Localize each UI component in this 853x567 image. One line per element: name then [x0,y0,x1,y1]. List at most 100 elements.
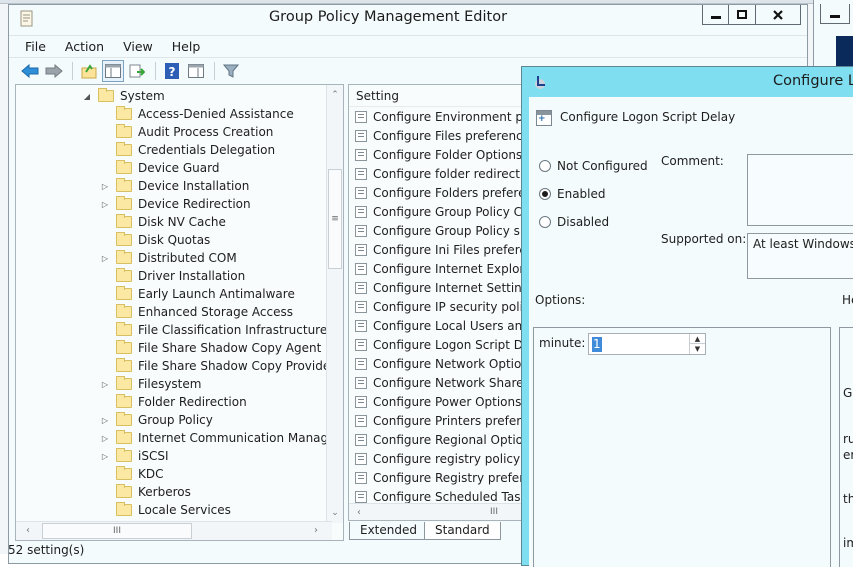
spin-up-icon[interactable]: ▲ [690,334,705,344]
scroll-left-icon[interactable]: ‹ [20,522,36,540]
minute-spinbox[interactable]: 1 ▲ ▼ [588,333,706,355]
setting-row[interactable]: Configure Environment preference extensi… [355,107,527,126]
minute-value[interactable]: 1 [592,337,602,352]
tree-node[interactable]: ▷ Filesystem [100,375,201,393]
collapsed-arrow-icon[interactable]: ▷ [100,452,110,461]
setting-row[interactable]: Configure Internet Settings preference e… [355,278,527,297]
column-header-setting[interactable]: Setting [349,85,527,107]
radio-button-icon[interactable] [539,160,551,172]
tree-vertical-scrollbar[interactable]: ⌃ ≡ ⌄ [326,85,343,523]
radio-button-icon[interactable] [539,216,551,228]
tree-node[interactable]: Early Launch Antimalware [100,285,295,303]
folder-icon [116,484,132,498]
scroll-thumb[interactable]: III [449,505,527,520]
scroll-thumb[interactable]: ≡ [328,169,342,269]
setting-row[interactable]: Configure Local Users and Groups prefere… [355,316,527,335]
tree-node[interactable]: File Share Shadow Copy Provider [100,357,332,375]
setting-row[interactable]: Configure Registry preference extension … [355,468,527,487]
radio-enabled[interactable]: Enabled [539,187,606,201]
background-minimize-button[interactable] [820,4,850,24]
setting-row[interactable]: Configure Files preference extension pol… [355,126,527,145]
tree-node-system[interactable]: ◢ System [82,87,165,105]
setting-row[interactable]: Configure Ini Files preference extension… [355,240,527,259]
close-button[interactable] [756,5,801,25]
tree-horizontal-scrollbar[interactable]: ‹ III › [16,521,332,540]
tree-node[interactable]: ▷ iSCSI [100,447,169,465]
setting-row[interactable]: Configure Network Options preference ext… [355,354,527,373]
scroll-down-icon[interactable]: ⌄ [327,505,343,521]
tree-node[interactable]: Device Guard [100,159,219,177]
minimize-button[interactable] [702,5,729,25]
collapsed-arrow-icon[interactable]: ▷ [100,380,110,389]
back-button[interactable] [19,60,41,82]
export-list-button[interactable] [126,60,148,82]
tree-node[interactable]: File Share Shadow Copy Agent [100,339,321,357]
dialog-title: Configure Logon Script Delay [773,73,853,89]
tree-node[interactable]: Disk NV Cache [100,213,226,231]
scroll-up-icon[interactable]: ⌃ [327,87,343,103]
menu-view[interactable]: View [123,39,162,54]
scroll-left-icon[interactable]: ‹ [351,504,367,520]
forward-button[interactable] [43,60,65,82]
filter-button[interactable] [220,60,242,82]
setting-row[interactable]: Configure Regional Options preference ex… [355,430,527,449]
setting-row[interactable]: Configure IP security policy processing [355,297,527,316]
tree-node[interactable]: ▷ Device Redirection [100,195,251,213]
help-button[interactable]: ? [161,60,183,82]
policy-setting-icon [355,205,367,218]
radio-button-checked-icon[interactable] [539,188,551,200]
tree-node[interactable]: Locale Services [100,501,231,519]
setting-row[interactable]: Configure Group Policy Caching [355,202,527,221]
collapsed-arrow-icon[interactable]: ▷ [100,434,110,443]
setting-row[interactable]: Configure Group Policy slow link detecti… [355,221,527,240]
dialog-title-bar[interactable]: Configure Logon Script Delay [522,67,853,97]
radio-disabled[interactable]: Disabled [539,215,609,229]
folder-icon [116,376,132,390]
expanded-arrow-icon[interactable]: ◢ [82,92,92,101]
setting-row[interactable]: Configure Power Options preference exten… [355,392,527,411]
maximize-button[interactable] [729,5,756,25]
folder-icon [116,124,132,138]
scroll-right-icon[interactable]: › [308,522,324,540]
collapsed-arrow-icon[interactable]: ▷ [100,416,110,425]
collapsed-arrow-icon[interactable]: ▷ [100,254,110,263]
setting-row[interactable]: Configure Internet Explorer Maintenance … [355,259,527,278]
main-title-bar[interactable]: Group Policy Management Editor [9,5,807,34]
radio-not-configured[interactable]: Not Configured [539,159,648,173]
tree-node[interactable]: Disk Quotas [100,231,210,249]
setting-row[interactable]: Configure Folders preference extension p… [355,183,527,202]
tree-node[interactable]: ▷ Group Policy [100,411,213,429]
tree-node[interactable]: ▷ Internet Communication Managem [100,429,332,447]
menu-help[interactable]: Help [172,39,210,54]
tree-node[interactable]: Driver Installation [100,267,245,285]
tab-extended[interactable]: Extended [349,522,428,540]
setting-row[interactable]: Configure folder redirection policy proc… [355,164,527,183]
setting-row[interactable]: Configure Folder Options preference exte… [355,145,527,164]
tree-node[interactable]: Credentials Delegation [100,141,275,159]
setting-row[interactable]: Configure Printers preference extension … [355,411,527,430]
menu-action[interactable]: Action [65,39,113,54]
show-hide-action-pane-button[interactable] [185,60,207,82]
collapsed-arrow-icon[interactable]: ▷ [100,200,110,209]
up-one-level-button[interactable] [78,60,100,82]
show-hide-console-tree-button[interactable] [102,59,124,82]
tree-node[interactable]: Kerberos [100,483,191,501]
collapsed-arrow-icon[interactable]: ▷ [100,182,110,191]
setting-row[interactable]: Configure Logon Script Delay [355,335,527,354]
tree-node[interactable]: Enhanced Storage Access [100,303,293,321]
comment-textarea[interactable] [747,154,853,226]
menu-file[interactable]: File [25,39,55,54]
settings-horizontal-scrollbar[interactable]: ‹ III [349,503,527,520]
spin-down-icon[interactable]: ▼ [690,344,705,354]
setting-row[interactable]: Configure Network Shares preference exte… [355,373,527,392]
tree-node[interactable]: Audit Process Creation [100,123,273,141]
tree-node[interactable]: Access-Denied Assistance [100,105,294,123]
tree-node[interactable]: KDC [100,465,164,483]
tree-node[interactable]: Folder Redirection [100,393,247,411]
tab-standard[interactable]: Standard [424,522,501,540]
scroll-thumb[interactable]: III [42,523,192,539]
tree-node[interactable]: ▷ Distributed COM [100,249,237,267]
tree-node[interactable]: ▷ Device Installation [100,177,249,195]
tree-node[interactable]: File Classification Infrastructure [100,321,327,339]
setting-row[interactable]: Configure registry policy processing [355,449,527,468]
